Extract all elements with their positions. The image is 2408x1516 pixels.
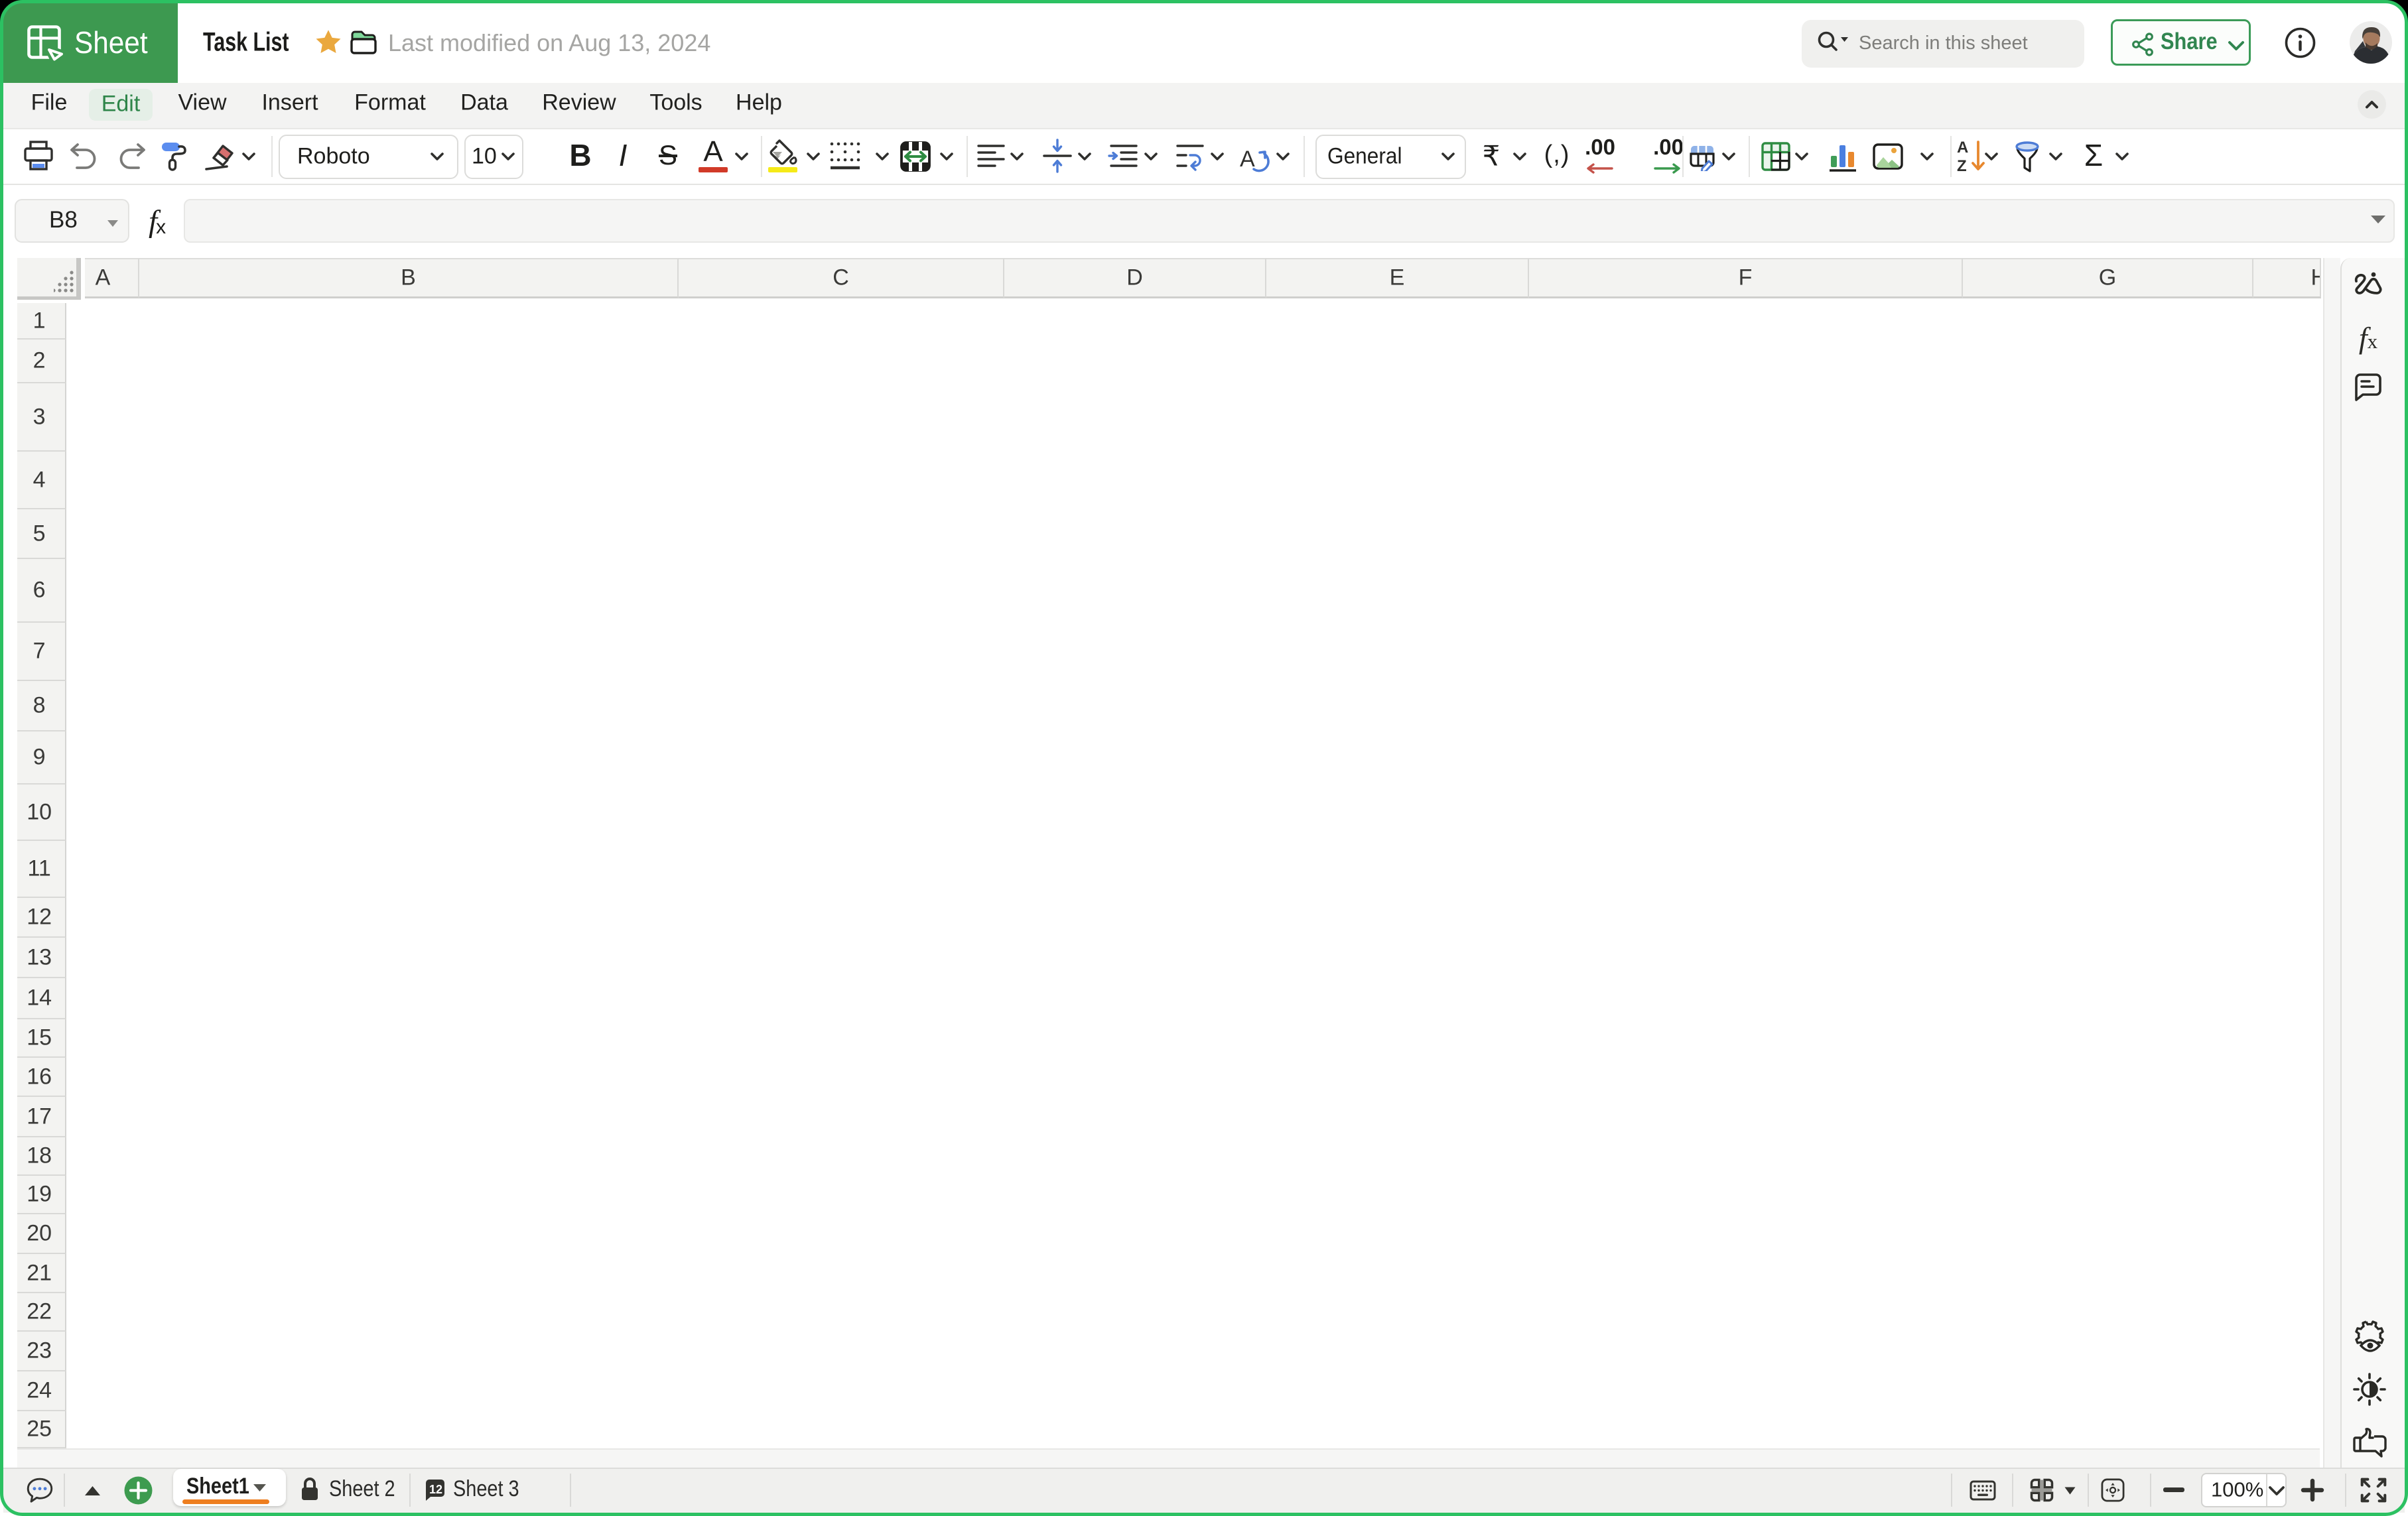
svg-text:Z: Z [1957,157,1967,174]
svg-text:A: A [1240,147,1255,172]
svg-text:A: A [1957,139,1968,157]
svg-text:12: 12 [429,1483,442,1496]
